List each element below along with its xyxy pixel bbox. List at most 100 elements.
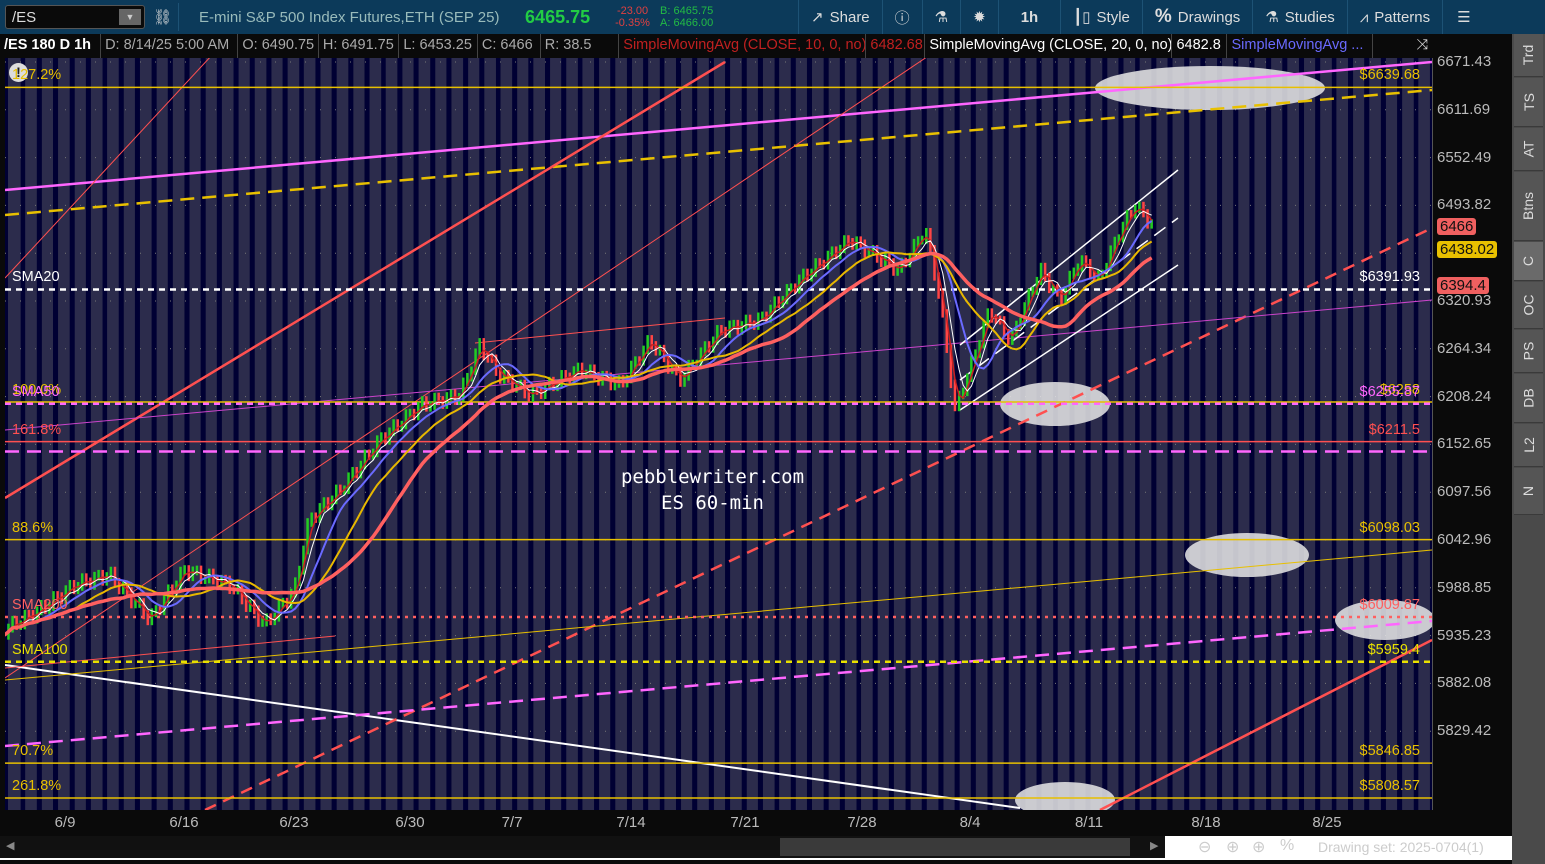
sma20-line — [5, 210, 1152, 636]
scroll-right-icon[interactable]: ▶ — [1150, 839, 1158, 852]
low-value: L: 6453.25 — [399, 34, 478, 58]
study-sma20[interactable]: SimpleMovingAvg (CLOSE, 20, 0, no) — [925, 34, 1173, 58]
level-left-label: 161.8% — [12, 421, 62, 438]
trendline — [474, 317, 726, 344]
price-tick-label: 5935.23 — [1437, 626, 1492, 644]
side-tab-l2[interactable]: L2 — [1514, 424, 1543, 467]
side-tab-ts[interactable]: TS — [1514, 78, 1543, 127]
trendline — [5, 299, 1432, 431]
level-right-label: $5959.4 — [1367, 641, 1420, 658]
patterns-button[interactable]: ⩘ Patterns — [1346, 0, 1442, 34]
side-tab-db[interactable]: DB — [1514, 374, 1543, 423]
level-right-label: $6255.87 — [1359, 383, 1420, 400]
side-tab-at[interactable]: AT — [1514, 128, 1543, 171]
side-tab-ps[interactable]: PS — [1514, 330, 1543, 373]
scrollbar-track[interactable]: ◀ ▶ — [0, 836, 1165, 858]
side-tab-label: TS — [1520, 93, 1537, 111]
chart-info-line: /ES 180 D 1h D: 8/14/25 5:00 AM O: 6490.… — [0, 34, 1432, 58]
study-sma10-value: 6482.68 — [866, 34, 926, 58]
horizontal-scrollbar[interactable]: ◀ ▶ ⊖ ⊕ ⊕ % Drawing set: 2025-0704(1) — [0, 836, 1512, 860]
share-button[interactable]: ↗ Share — [798, 0, 882, 34]
sma100-line — [5, 240, 1153, 636]
flask-icon: ⚗ — [934, 9, 949, 26]
link-icon[interactable]: ⛓ — [153, 8, 172, 26]
bar-date: D: 8/14/25 5:00 AM — [101, 34, 239, 58]
studies-button[interactable]: ⚗ Studies — [1252, 0, 1347, 34]
price-axis[interactable]: 6671.436611.696552.496493.826378.046320.… — [1432, 53, 1512, 810]
price-tick-label: 5882.08 — [1437, 674, 1492, 692]
price-tick-label: 6671.43 — [1437, 53, 1492, 70]
trendline — [5, 60, 1432, 192]
range-value: R: 38.5 — [541, 34, 620, 58]
info-button[interactable]: ⓘ — [881, 0, 922, 34]
side-tab-label: L2 — [1520, 437, 1537, 453]
scroll-left-icon[interactable]: ◀ — [6, 839, 14, 852]
high-value: H: 6491.75 — [319, 34, 400, 58]
date-tick-label: 8/4 — [959, 814, 981, 831]
date-axis[interactable]: 6/9 6/16 6/23 6/30 7/7 7/14 7/21 7/28 8/4 8/11 8/1… — [5, 810, 1432, 836]
side-tab-label: AT — [1520, 140, 1537, 158]
date-tick-label: 7/14 — [616, 814, 646, 831]
price-tick-label: 5988.85 — [1437, 578, 1492, 596]
side-tab-label: Trd — [1520, 44, 1537, 66]
flask-button[interactable]: ⚗ — [921, 0, 960, 34]
trendline — [5, 58, 210, 279]
date-tick-label: 8/11 — [1074, 814, 1104, 831]
drawing-set-label[interactable]: Drawing set: 2025-0704(1) — [1318, 839, 1484, 855]
trendline — [5, 549, 1432, 681]
scrollbar-thumb[interactable] — [780, 838, 1130, 856]
side-tab-label: OC — [1520, 294, 1537, 316]
study-sma10[interactable]: SimpleMovingAvg (CLOSE, 10, 0, no) — [619, 34, 867, 58]
last-price: 6465.75 — [525, 6, 591, 27]
crosshair-icon[interactable]: ⊕ — [1252, 837, 1265, 857]
chart-canvas — [5, 58, 1432, 810]
highlight-ellipse — [1015, 782, 1115, 810]
chevron-down-icon[interactable]: ▼ — [119, 9, 141, 25]
side-tab-oc[interactable]: OC — [1514, 282, 1543, 329]
side-tab-c[interactable]: C — [1514, 242, 1543, 281]
style-button[interactable]: ┃▯ Style — [1060, 0, 1142, 34]
menu-button[interactable]: ☰ — [1442, 0, 1484, 34]
side-tab-label: PS — [1520, 341, 1537, 361]
side-tab-btns[interactable]: Btns — [1514, 172, 1543, 241]
drawing-tool-icon[interactable]: ⤨ — [1413, 34, 1432, 58]
timeframe-button[interactable]: 1h — [997, 0, 1061, 34]
date-tick-label: 7/28 — [847, 814, 877, 831]
level-right-label: $5846.85 — [1359, 743, 1420, 760]
price-tick-label: 6552.49 — [1437, 148, 1492, 166]
level-left-label: 127.2% — [12, 67, 62, 84]
side-tab-label: Btns — [1520, 191, 1537, 221]
price-tick-label: 6152.65 — [1437, 435, 1492, 453]
price-chart[interactable]: pebblewriter.com ES 60-min ! 127.2% $6639… — [5, 58, 1432, 810]
date-tick-label: 7/21 — [730, 814, 760, 831]
top-toolbar: /ES ▼ ⛓ E-mini S&P 500 Index Futures,ETH … — [0, 0, 1545, 34]
price-tick-label: 5829.42 — [1437, 722, 1492, 740]
zoom-out-icon[interactable]: ⊖ — [1198, 837, 1211, 857]
level-left-label: SMA200 — [12, 596, 68, 613]
level-left-label: 88.6% — [12, 519, 54, 536]
sma200-line — [5, 251, 1153, 637]
study-sma50[interactable]: SimpleMovingAvg ... — [1227, 34, 1373, 58]
trendline — [5, 88, 1432, 217]
price-tag: 6394.4 — [1437, 277, 1489, 295]
date-tick-label: 8/25 — [1312, 814, 1342, 831]
side-tab-n[interactable]: N — [1514, 468, 1543, 515]
settings-button[interactable]: ✹ — [960, 0, 998, 34]
price-tag: 6466 — [1437, 218, 1477, 236]
watermark-site: pebblewriter.com — [620, 466, 805, 488]
chart-title: /ES 180 D 1h — [0, 34, 102, 58]
level-right-label: $5808.57 — [1359, 778, 1420, 795]
symbol-selector[interactable]: /ES ▼ — [5, 5, 145, 29]
side-tab-label: DB — [1520, 388, 1537, 408]
side-tab-trd[interactable]: Trd — [1514, 34, 1543, 77]
info-icon: ⓘ — [894, 9, 910, 27]
level-left-label: SMA20 — [12, 269, 60, 286]
right-side-tabs: Trd TS AT Btns C OC PS DB L2 N — [1512, 34, 1545, 864]
flask-icon: ⚗ — [1265, 9, 1279, 26]
price-tick-label: 6320.93 — [1437, 292, 1492, 309]
level-right-label: $6098.03 — [1359, 519, 1420, 536]
drawings-button[interactable]: % Drawings — [1141, 0, 1252, 34]
date-tick-label: 7/7 — [501, 814, 523, 831]
percent-icon[interactable]: % — [1280, 837, 1294, 855]
zoom-in-icon[interactable]: ⊕ — [1226, 837, 1239, 857]
